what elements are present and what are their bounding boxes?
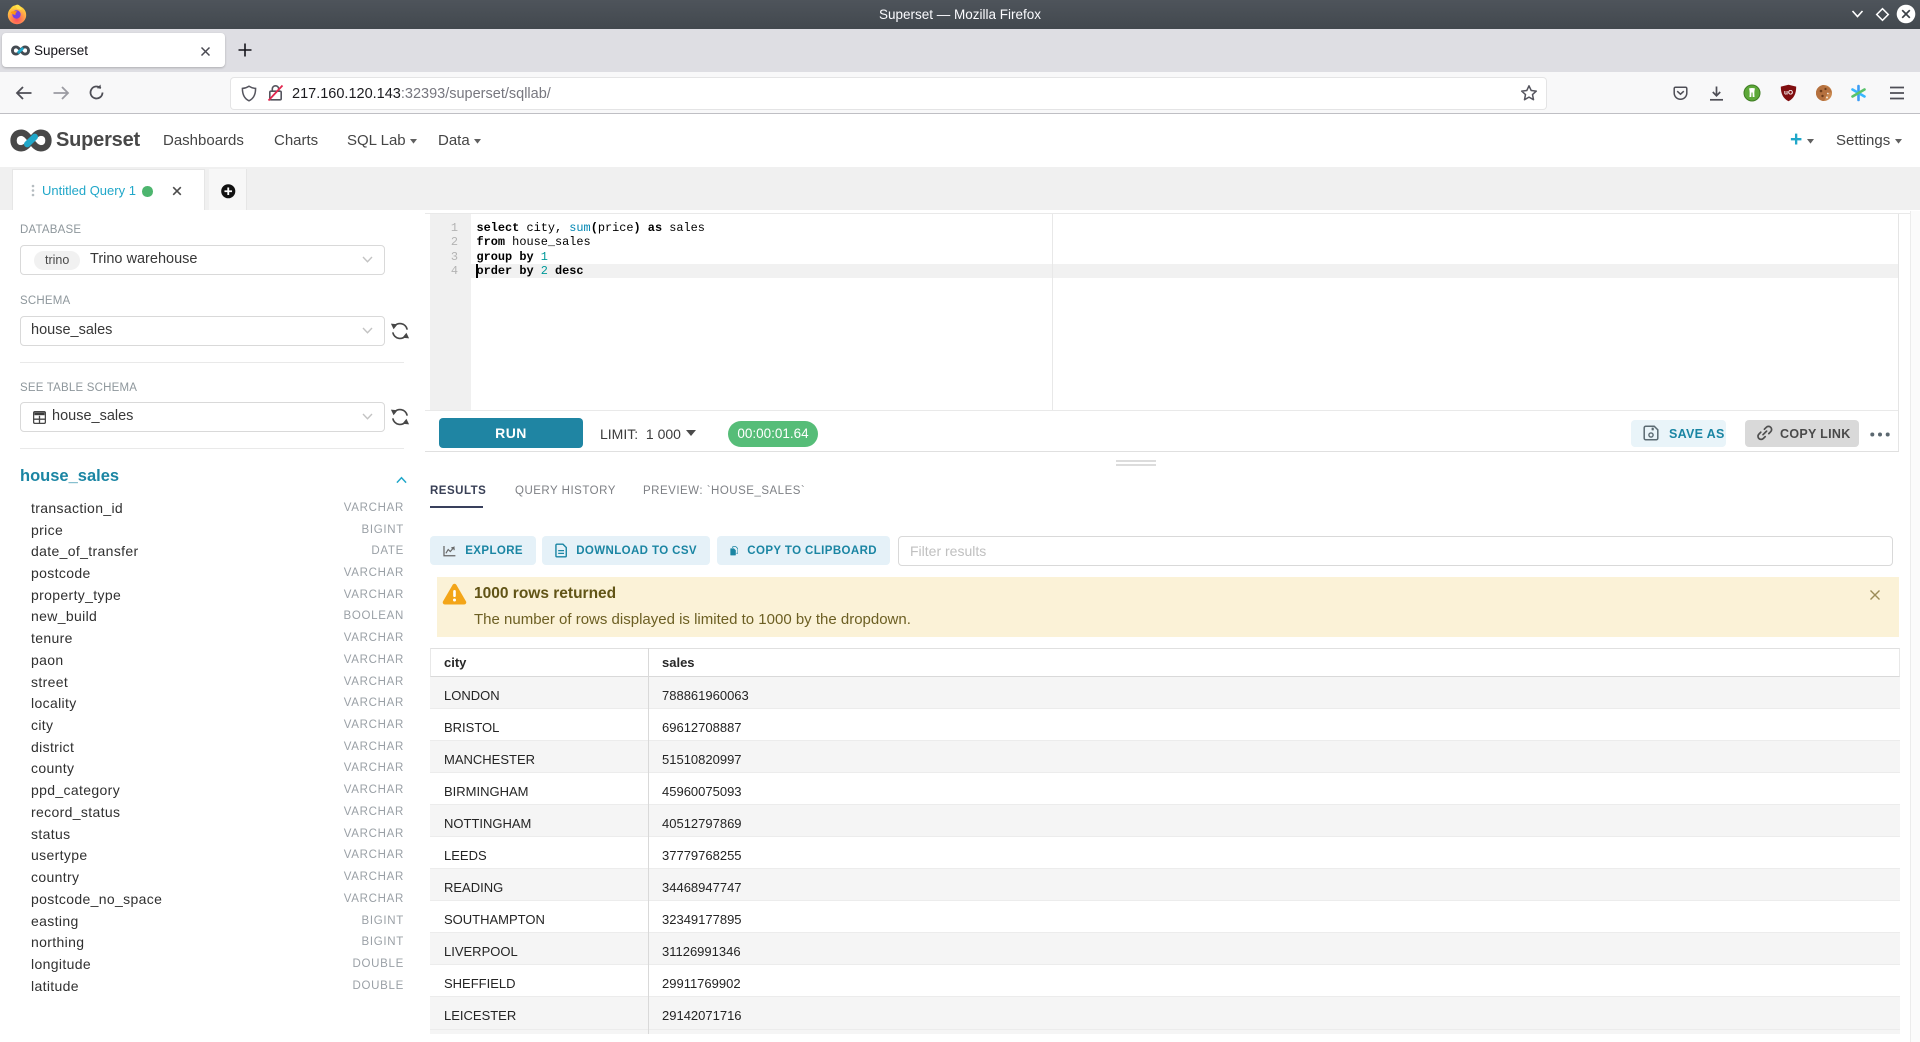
svg-text:uO: uO: [1784, 90, 1793, 97]
